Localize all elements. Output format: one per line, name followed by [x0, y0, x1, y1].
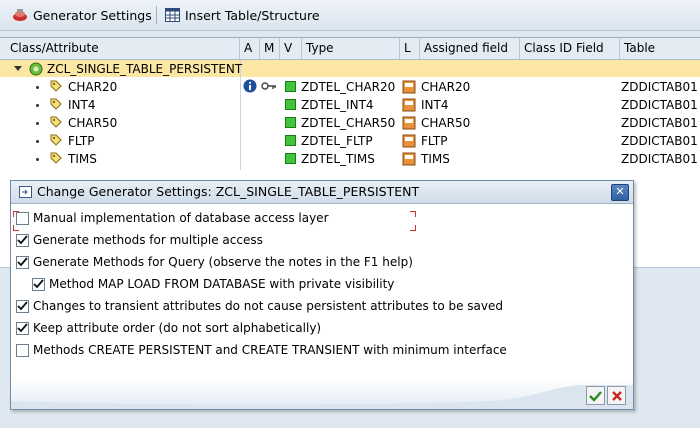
change-generator-settings-dialog: Change Generator Settings: ZCL_SINGLE_TA…	[10, 180, 634, 410]
table-icon	[164, 7, 180, 23]
col-v[interactable]: V	[280, 38, 302, 59]
col-table[interactable]: Table	[620, 38, 700, 59]
checkbox[interactable]	[16, 211, 29, 225]
attribute-row[interactable]: FLTP ZDTEL_FLTP FLTP ZDDICTAB01	[0, 132, 700, 150]
generator-settings-icon	[12, 7, 28, 23]
option-label: Keep attribute order (do not sort alphab…	[33, 321, 322, 335]
table-name: ZDDICTAB01	[621, 98, 698, 112]
cancel-button[interactable]	[607, 386, 626, 405]
checkbox[interactable]	[16, 343, 29, 357]
tree-bullet	[36, 86, 39, 89]
dialog-options: Manual implementation of database access…	[11, 204, 633, 394]
col-m[interactable]: M	[260, 38, 280, 59]
close-icon[interactable]: ✕	[611, 184, 629, 201]
insert-table-label: Insert Table/Structure	[185, 7, 320, 23]
option-checkbox-row[interactable]: Methods CREATE PERSISTENT and CREATE TRA…	[16, 341, 507, 359]
option-checkbox-row[interactable]: Generate Methods for Query (observe the …	[16, 253, 413, 271]
attribute-name: CHAR50	[68, 116, 118, 130]
status-green-icon	[285, 78, 296, 96]
checkbox[interactable]	[16, 299, 29, 313]
table-name: ZDDICTAB01	[621, 116, 698, 130]
toolbar-separator	[156, 6, 157, 24]
info-icon[interactable]	[243, 79, 257, 97]
assigned-field: INT4	[421, 98, 449, 112]
checkmark-icon	[589, 390, 602, 402]
attribute-type: ZDTEL_CHAR20	[301, 80, 396, 94]
col-assigned-field[interactable]: Assigned field	[420, 38, 520, 59]
table-name: ZDDICTAB01	[621, 134, 698, 148]
table-name: ZDDICTAB01	[621, 80, 698, 94]
attribute-tag-icon	[50, 152, 62, 170]
assigned-field: CHAR20	[421, 80, 471, 94]
checkbox[interactable]	[16, 233, 29, 247]
dialog-title: Change Generator Settings: ZCL_SINGLE_TA…	[37, 184, 420, 199]
tree-bullet	[36, 158, 39, 161]
checkbox[interactable]	[16, 255, 29, 269]
attribute-type: ZDTEL_FLTP	[301, 134, 373, 148]
option-checkbox-row[interactable]: Generate methods for multiple access	[16, 231, 263, 249]
option-checkbox-row[interactable]: Keep attribute order (do not sort alphab…	[16, 319, 321, 337]
insert-table-button[interactable]: Insert Table/Structure	[164, 5, 320, 25]
option-checkbox-row[interactable]: Manual implementation of database access…	[16, 209, 329, 227]
tree-bullet	[36, 122, 39, 125]
option-checkbox-row[interactable]: Method MAP LOAD FROM DATABASE with priva…	[32, 275, 394, 293]
checkbox[interactable]	[16, 321, 29, 335]
status-green-icon	[285, 114, 296, 132]
focus-corner	[410, 225, 416, 231]
collapse-arrow-icon[interactable]	[14, 60, 22, 78]
attribute-row[interactable]: INT4 ZDTEL_INT4 INT4 ZDDICTAB01	[0, 96, 700, 114]
status-green-icon	[285, 132, 296, 150]
col-type[interactable]: Type	[302, 38, 400, 59]
dialog-footer	[11, 379, 633, 409]
attribute-row[interactable]: TIMS ZDTEL_TIMS TIMS ZDDICTAB01	[0, 150, 700, 168]
col-l[interactable]: L	[400, 38, 420, 59]
tree-bullet	[36, 140, 39, 143]
table-header: Class/Attribute A M V Type L Assigned fi…	[0, 38, 700, 60]
key-icon	[261, 79, 277, 97]
tree-bullet	[36, 104, 39, 107]
table-name: ZDDICTAB01	[621, 152, 698, 166]
attribute-type: ZDTEL_CHAR50	[301, 116, 396, 130]
col-class-attribute[interactable]: Class/Attribute	[0, 38, 240, 59]
generator-settings-label: Generator Settings	[33, 7, 152, 23]
assigned-field: FLTP	[421, 134, 448, 148]
toolbar: Generator Settings Insert Table/Structur…	[0, 0, 700, 31]
dialog-titlebar: Change Generator Settings: ZCL_SINGLE_TA…	[11, 181, 633, 204]
db-field-icon	[402, 152, 416, 170]
attribute-type: ZDTEL_TIMS	[301, 152, 375, 166]
status-green-icon	[285, 96, 296, 114]
dialog-window-icon	[19, 186, 32, 201]
checkbox[interactable]	[32, 277, 45, 291]
attribute-name: INT4	[68, 98, 96, 112]
status-green-icon	[285, 150, 296, 168]
assigned-field: CHAR50	[421, 116, 471, 130]
option-label: Methods CREATE PERSISTENT and CREATE TRA…	[33, 343, 507, 357]
assigned-field: TIMS	[421, 152, 450, 166]
option-label: Generate methods for multiple access	[33, 233, 263, 247]
class-icon	[29, 60, 43, 78]
option-label: Manual implementation of database access…	[33, 211, 329, 225]
tree-root-row[interactable]: ZCL_SINGLE_TABLE_PERSISTENT	[0, 60, 700, 78]
confirm-button[interactable]	[586, 386, 605, 405]
attribute-row[interactable]: CHAR50 ZDTEL_CHAR50 CHAR50 ZDDICTAB01	[0, 114, 700, 132]
attribute-row[interactable]: CHAR20 ZDTEL_CHAR20 CHAR20 ZDDICTAB01	[0, 78, 700, 96]
option-label: Method MAP LOAD FROM DATABASE with priva…	[49, 277, 395, 291]
col-a[interactable]: A	[240, 38, 260, 59]
cancel-x-icon	[611, 390, 622, 401]
attribute-name: CHAR20	[68, 80, 118, 94]
attribute-name: TIMS	[68, 152, 97, 166]
option-checkbox-row[interactable]: Changes to transient attributes do not c…	[16, 297, 503, 315]
option-label: Generate Methods for Query (observe the …	[33, 255, 413, 269]
col-class-id-field[interactable]: Class ID Field	[520, 38, 620, 59]
focus-corner	[410, 211, 416, 217]
footer-wave	[11, 385, 633, 409]
generator-settings-button[interactable]: Generator Settings	[12, 5, 152, 25]
attribute-name: FLTP	[68, 134, 95, 148]
root-class-name: ZCL_SINGLE_TABLE_PERSISTENT	[47, 62, 243, 76]
attribute-type: ZDTEL_INT4	[301, 98, 374, 112]
option-label: Changes to transient attributes do not c…	[33, 299, 503, 313]
